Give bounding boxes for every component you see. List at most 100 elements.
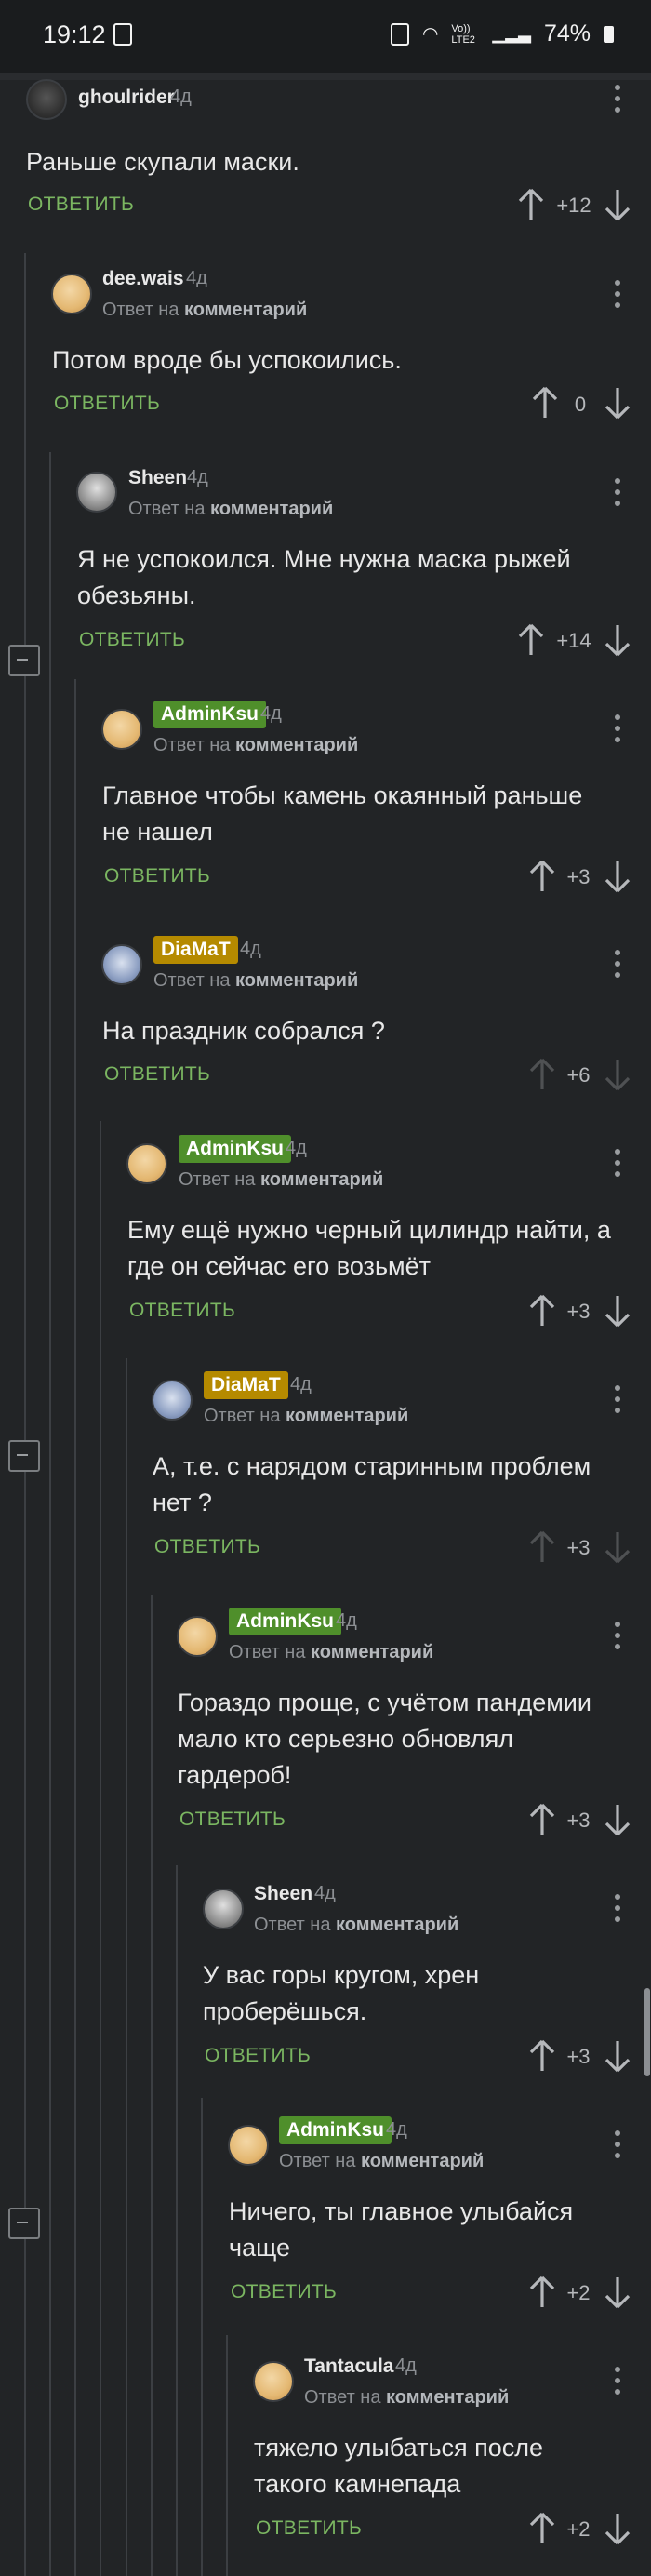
comment-author[interactable]: Sheen <box>128 467 187 489</box>
reply-target-link[interactable]: комментарий <box>184 300 307 320</box>
avatar[interactable] <box>253 2361 294 2402</box>
collapse-icon[interactable] <box>8 645 40 676</box>
comment-time: 4д <box>187 467 208 487</box>
more-vertical-icon[interactable] <box>609 947 626 981</box>
reply-button[interactable]: ОТВЕТИТЬ <box>104 865 210 888</box>
downvote-icon[interactable] <box>603 188 632 221</box>
reply-target-link[interactable]: комментарий <box>311 1642 433 1662</box>
rating: +14 <box>556 629 591 652</box>
more-vertical-icon[interactable] <box>609 1891 626 1925</box>
reply-target-link[interactable]: комментарий <box>361 2151 484 2171</box>
rating: +3 <box>566 1536 591 1559</box>
comment-text: не нашел <box>102 818 213 846</box>
comment-author[interactable]: DiaMaT <box>153 936 238 964</box>
rating: 0 <box>574 393 587 416</box>
downvote-icon[interactable] <box>603 2039 632 2073</box>
reply-target-link[interactable]: комментарий <box>336 1915 458 1935</box>
reply-button[interactable]: ОТВЕТИТЬ <box>79 629 185 651</box>
reply-button[interactable]: ОТВЕТИТЬ <box>256 2517 362 2540</box>
reply-button[interactable]: ОТВЕТИТЬ <box>231 2281 337 2303</box>
downvote-icon[interactable] <box>603 386 632 420</box>
reply-target-link[interactable]: комментарий <box>235 970 358 991</box>
battery-label: 74% <box>543 20 591 47</box>
rating: +6 <box>566 1063 591 1087</box>
wifi-icon: ◠ <box>421 24 439 45</box>
avatar[interactable] <box>51 274 92 314</box>
thread-line <box>49 452 51 2576</box>
comment-text: тяжело улыбаться после <box>254 2434 544 2462</box>
comment-author[interactable]: Tantacula <box>304 2356 393 2378</box>
downvote-icon[interactable] <box>603 2512 632 2545</box>
comment-author[interactable]: AdminKsu <box>153 701 266 728</box>
network-label: Vo)) LTE2 <box>451 22 475 46</box>
avatar[interactable] <box>101 709 142 750</box>
downvote-icon[interactable] <box>603 1803 632 1836</box>
downvote-icon[interactable] <box>603 1058 632 1091</box>
collapse-icon[interactable] <box>8 2208 40 2239</box>
reply-target-link[interactable]: комментарий <box>386 2387 509 2408</box>
comment-text: На праздник собрался ? <box>102 1017 385 1045</box>
downvote-icon[interactable] <box>603 860 632 893</box>
reply-button[interactable]: ОТВЕТИТЬ <box>154 1536 260 1558</box>
downvote-icon[interactable] <box>603 623 632 657</box>
avatar[interactable] <box>177 1616 218 1657</box>
thread-line <box>176 1865 178 2576</box>
comment-author[interactable]: Sheen <box>254 1883 312 1905</box>
battery-icon <box>604 25 614 43</box>
reply-button[interactable]: ОТВЕТИТЬ <box>104 1063 210 1086</box>
comment-text: такого камнепада <box>254 2470 461 2498</box>
comment-author[interactable]: AdminKsu <box>179 1135 291 1163</box>
scrollbar[interactable] <box>644 1988 650 2076</box>
avatar[interactable] <box>152 1380 193 1421</box>
avatar[interactable] <box>26 79 67 120</box>
rating: +3 <box>566 865 591 888</box>
upvote-icon[interactable] <box>516 188 546 221</box>
reply-target-link[interactable]: комментарий <box>286 1406 408 1426</box>
reply-button[interactable]: ОТВЕТИТЬ <box>205 2045 311 2067</box>
collapse-icon[interactable] <box>8 1440 40 1472</box>
reply-button[interactable]: ОТВЕТИТЬ <box>179 1809 286 1831</box>
avatar[interactable] <box>76 472 117 513</box>
downvote-icon[interactable] <box>603 2276 632 2309</box>
reply-target-link[interactable]: комментарий <box>235 735 358 755</box>
reply-target-link[interactable]: комментарий <box>210 499 333 519</box>
comment-author[interactable]: dee.wais <box>102 268 184 290</box>
comment-text: Потом вроде бы успокоились. <box>52 346 402 374</box>
reply-to: Ответ на комментарий <box>179 1169 384 1190</box>
downvote-icon[interactable] <box>603 1294 632 1328</box>
more-vertical-icon[interactable] <box>609 1619 626 1652</box>
upvote-icon[interactable] <box>516 623 546 657</box>
reply-to: Ответ на комментарий <box>204 1406 409 1426</box>
comment-time: 4д <box>240 939 261 959</box>
more-vertical-icon[interactable] <box>609 82 626 115</box>
comment-author[interactable]: AdminKsu <box>279 2116 392 2144</box>
rating: +2 <box>566 2281 591 2304</box>
reply-target-link[interactable]: комментарий <box>260 1169 383 1190</box>
more-vertical-icon[interactable] <box>609 1146 626 1180</box>
comment-author[interactable]: AdminKsu <box>229 1608 341 1635</box>
comment-author[interactable]: ghoulrider <box>78 87 175 109</box>
reply-button[interactable]: ОТВЕТИТЬ <box>54 393 160 415</box>
rating: +3 <box>566 2045 591 2068</box>
downvote-icon[interactable] <box>603 1530 632 1564</box>
avatar[interactable] <box>203 1889 244 1929</box>
avatar[interactable] <box>228 2125 269 2166</box>
more-vertical-icon[interactable] <box>609 2128 626 2161</box>
more-vertical-icon[interactable] <box>609 277 626 311</box>
more-vertical-icon[interactable] <box>609 1382 626 1416</box>
more-vertical-icon[interactable] <box>609 712 626 745</box>
reply-button[interactable]: ОТВЕТИТЬ <box>28 194 134 216</box>
comment-author[interactable]: DiaMaT <box>204 1371 288 1399</box>
comment-text: Я не успокоился. Мне нужна маска рыжей <box>77 545 571 573</box>
comment-text: обезьяны. <box>77 581 196 609</box>
more-vertical-icon[interactable] <box>609 2364 626 2397</box>
more-vertical-icon[interactable] <box>609 475 626 509</box>
reply-button[interactable]: ОТВЕТИТЬ <box>129 1300 235 1322</box>
comment-time: 4д <box>260 703 282 724</box>
comment-text: Ничего, ты главное улыбайся <box>229 2197 574 2225</box>
thread-line <box>201 2098 203 2576</box>
comment-text: гардероб! <box>178 1761 292 1789</box>
thread-line <box>74 679 76 2576</box>
avatar[interactable] <box>126 1143 167 1184</box>
avatar[interactable] <box>101 944 142 985</box>
